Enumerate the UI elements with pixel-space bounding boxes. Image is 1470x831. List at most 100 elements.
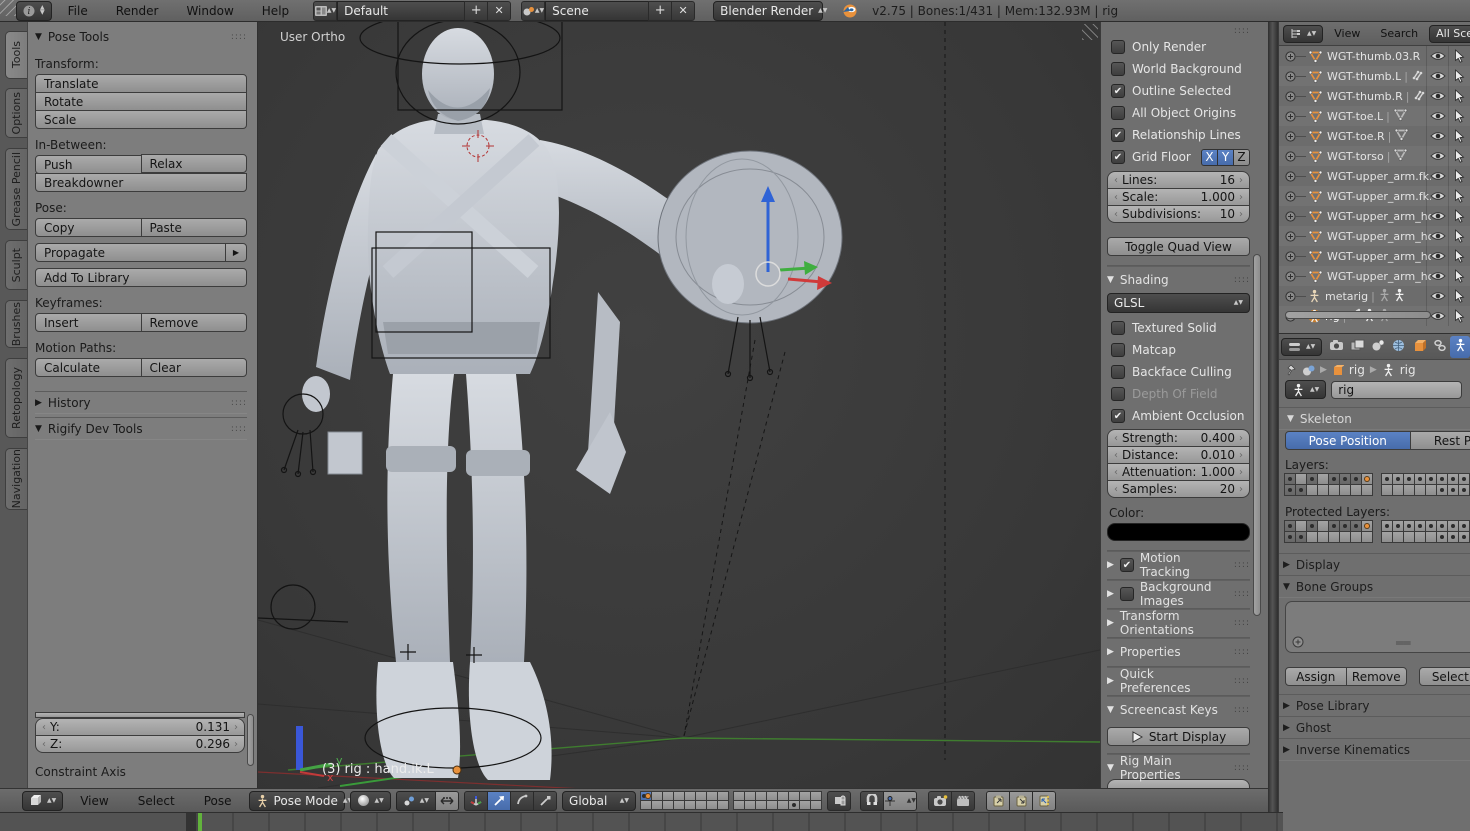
expand-plus-icon[interactable]: [1285, 91, 1296, 102]
add-to-library-button[interactable]: Add To Library: [35, 268, 247, 287]
panel-header-quick-preferences[interactable]: ▶ Quick Preferences ::::: [1107, 670, 1250, 692]
region-resize-grip[interactable]: [1082, 24, 1098, 40]
object-name[interactable]: WGT-thumb.L: [1327, 70, 1401, 83]
panel-header-bone-groups[interactable]: ▼ Bone Groups: [1279, 575, 1470, 597]
opengl-render-image-button[interactable]: [928, 791, 952, 811]
panel-drag-grip[interactable]: ::::: [1234, 705, 1250, 715]
screen-layout-browse-button[interactable]: ▲▼: [313, 1, 337, 21]
expand-plus-icon[interactable]: [1285, 131, 1296, 142]
ambient-occlusion-checkbox[interactable]: ✔: [1111, 409, 1125, 423]
object-name[interactable]: WGT-thumb.03.R: [1327, 50, 1420, 63]
breadcrumb-object-name[interactable]: rig: [1349, 363, 1365, 377]
translate-manipulator-toggle[interactable]: [487, 791, 511, 811]
attenuation-number-field[interactable]: ‹Attenuation:1.000›: [1107, 463, 1250, 481]
screen-layout-name-field[interactable]: Default: [337, 1, 465, 21]
expand-plus-icon[interactable]: [1285, 51, 1296, 62]
expand-plus-icon[interactable]: [1285, 71, 1296, 82]
datablock-name-field[interactable]: rig: [1331, 381, 1462, 399]
panel-drag-grip[interactable]: ::::: [1234, 647, 1250, 657]
lines-number-field[interactable]: ‹Lines:16›: [1107, 171, 1250, 189]
operator-y-field[interactable]: ‹ Y: 0.131 ›: [35, 718, 245, 736]
paste-pose-button[interactable]: [1009, 791, 1033, 811]
properties-tab-object[interactable]: [1409, 336, 1429, 358]
strength-number-field[interactable]: ‹Strength:0.400›: [1107, 429, 1250, 447]
panel-drag-grip[interactable]: ::::: [1234, 763, 1250, 773]
selectability-cursor-icon[interactable]: [1448, 186, 1470, 206]
breadcrumb-data-name[interactable]: rig: [1400, 363, 1416, 377]
visibility-eye-icon[interactable]: [1426, 186, 1448, 206]
object-name[interactable]: WGT-toe.L: [1327, 110, 1383, 123]
panel-header-display[interactable]: ▶ Display: [1279, 553, 1470, 575]
render-engine-select[interactable]: Blender Render ▲▼: [713, 1, 823, 21]
layer-toggle-16[interactable]: [1458, 531, 1470, 543]
start-display-button[interactable]: Start Display: [1107, 727, 1250, 746]
expand-plus-icon[interactable]: [1285, 291, 1296, 302]
textured-solid-checkbox[interactable]: [1111, 321, 1125, 335]
panel-drag-grip[interactable]: ::::: [231, 424, 247, 434]
properties-tab-object-data[interactable]: [1450, 336, 1470, 358]
properties-tab-scene[interactable]: [1368, 336, 1388, 358]
panel-drag-grip[interactable]: ::::: [1234, 676, 1250, 686]
selectability-cursor-icon[interactable]: [1448, 226, 1470, 246]
delete-scene-button[interactable]: ✕: [671, 1, 695, 21]
menu-help[interactable]: Help: [250, 4, 301, 18]
object-name[interactable]: WGT-toe.R: [1327, 130, 1385, 143]
tool-shelf-tab-tools[interactable]: Tools: [5, 31, 27, 79]
layer-toggle-16[interactable]: [1458, 484, 1470, 496]
character-model[interactable]: [302, 28, 842, 780]
tool-shelf-scrollbar[interactable]: [247, 714, 254, 766]
copy-pose-button[interactable]: Copy: [35, 218, 142, 237]
visibility-eye-icon[interactable]: [1426, 106, 1448, 126]
only-render-checkbox[interactable]: [1111, 40, 1125, 54]
matcap-checkbox[interactable]: [1111, 343, 1125, 357]
increment-arrow-icon[interactable]: ›: [1237, 209, 1245, 220]
copy-pose-button[interactable]: [986, 791, 1010, 811]
editor-type-button[interactable]: i ▲▼: [16, 1, 52, 21]
outliner-item-WGT-upper_arm_ho[interactable]: WGT-upper_arm_ho: [1279, 266, 1470, 286]
expand-plus-icon[interactable]: [1285, 171, 1296, 182]
properties-tab-world[interactable]: [1389, 336, 1409, 358]
decrement-arrow-icon[interactable]: ‹: [1112, 175, 1120, 186]
mode-select[interactable]: Pose Mode ▲▼: [249, 791, 345, 811]
visibility-eye-icon[interactable]: [1426, 226, 1448, 246]
pivot-point-select[interactable]: ▲▼: [396, 791, 436, 811]
decrement-arrow-icon[interactable]: ‹: [1112, 192, 1120, 203]
panel-header-pose-tools[interactable]: ▼ Pose Tools ::::: [35, 26, 247, 48]
visibility-eye-icon[interactable]: [1426, 246, 1448, 266]
object-name[interactable]: WGT-torso: [1327, 150, 1384, 163]
decrement-arrow-icon[interactable]: ‹: [40, 739, 48, 750]
panel-header-background-images[interactable]: ▶ Background Images ::::: [1107, 583, 1250, 605]
list-resize-grip[interactable]: ══: [1396, 636, 1410, 650]
object-name[interactable]: WGT-thumb.R: [1327, 90, 1403, 103]
pose-position-button[interactable]: Pose Position: [1285, 431, 1411, 450]
assign-bone-group-button[interactable]: Assign: [1285, 667, 1347, 686]
decrement-arrow-icon[interactable]: ‹: [1112, 433, 1120, 444]
tool-shelf-tab-navigation[interactable]: Navigation: [5, 448, 27, 510]
editor-type-button[interactable]: ▲▼: [1281, 338, 1322, 356]
layer-toggle-16[interactable]: [810, 800, 822, 810]
increment-arrow-icon[interactable]: ›: [232, 739, 240, 750]
panel-drag-grip[interactable]: ::::: [1234, 26, 1250, 36]
increment-arrow-icon[interactable]: ›: [1237, 450, 1245, 461]
panel-header-motion-tracking[interactable]: ▶ ✔ Motion Tracking ::::: [1107, 554, 1250, 576]
outliner-item-WGT-upper_arm_ho[interactable]: WGT-upper_arm_ho: [1279, 206, 1470, 226]
distance-number-field[interactable]: ‹Distance:0.010›: [1107, 446, 1250, 464]
snap-element-select[interactable]: ▲▼: [883, 791, 917, 811]
grid-axis-toggle-z[interactable]: Z: [1233, 149, 1250, 166]
expand-plus-icon[interactable]: [1285, 211, 1296, 222]
properties-tab-constraints[interactable]: [1430, 336, 1450, 358]
clear-paths-button[interactable]: Clear: [141, 358, 248, 377]
selectability-cursor-icon[interactable]: [1448, 146, 1470, 166]
selectability-cursor-icon[interactable]: [1448, 166, 1470, 186]
grid-floor-checkbox[interactable]: ✔: [1111, 150, 1125, 164]
calculate-paths-button[interactable]: Calculate: [35, 358, 142, 377]
outliner-h-scrollbar[interactable]: [1285, 311, 1431, 319]
timeline-current-frame-marker[interactable]: [198, 813, 202, 831]
samples-number-field[interactable]: ‹Samples:20›: [1107, 480, 1250, 498]
object-name[interactable]: WGT-upper_arm.fk.l: [1327, 170, 1431, 183]
increment-arrow-icon[interactable]: ›: [1237, 467, 1245, 478]
tool-shelf-tab-grease-pencil[interactable]: Grease Pencil: [5, 148, 27, 230]
expand-plus-icon[interactable]: [1285, 151, 1296, 162]
expand-plus-icon[interactable]: [1285, 271, 1296, 282]
outliner-item-WGT-toe.R[interactable]: WGT-toe.R|: [1279, 126, 1470, 146]
